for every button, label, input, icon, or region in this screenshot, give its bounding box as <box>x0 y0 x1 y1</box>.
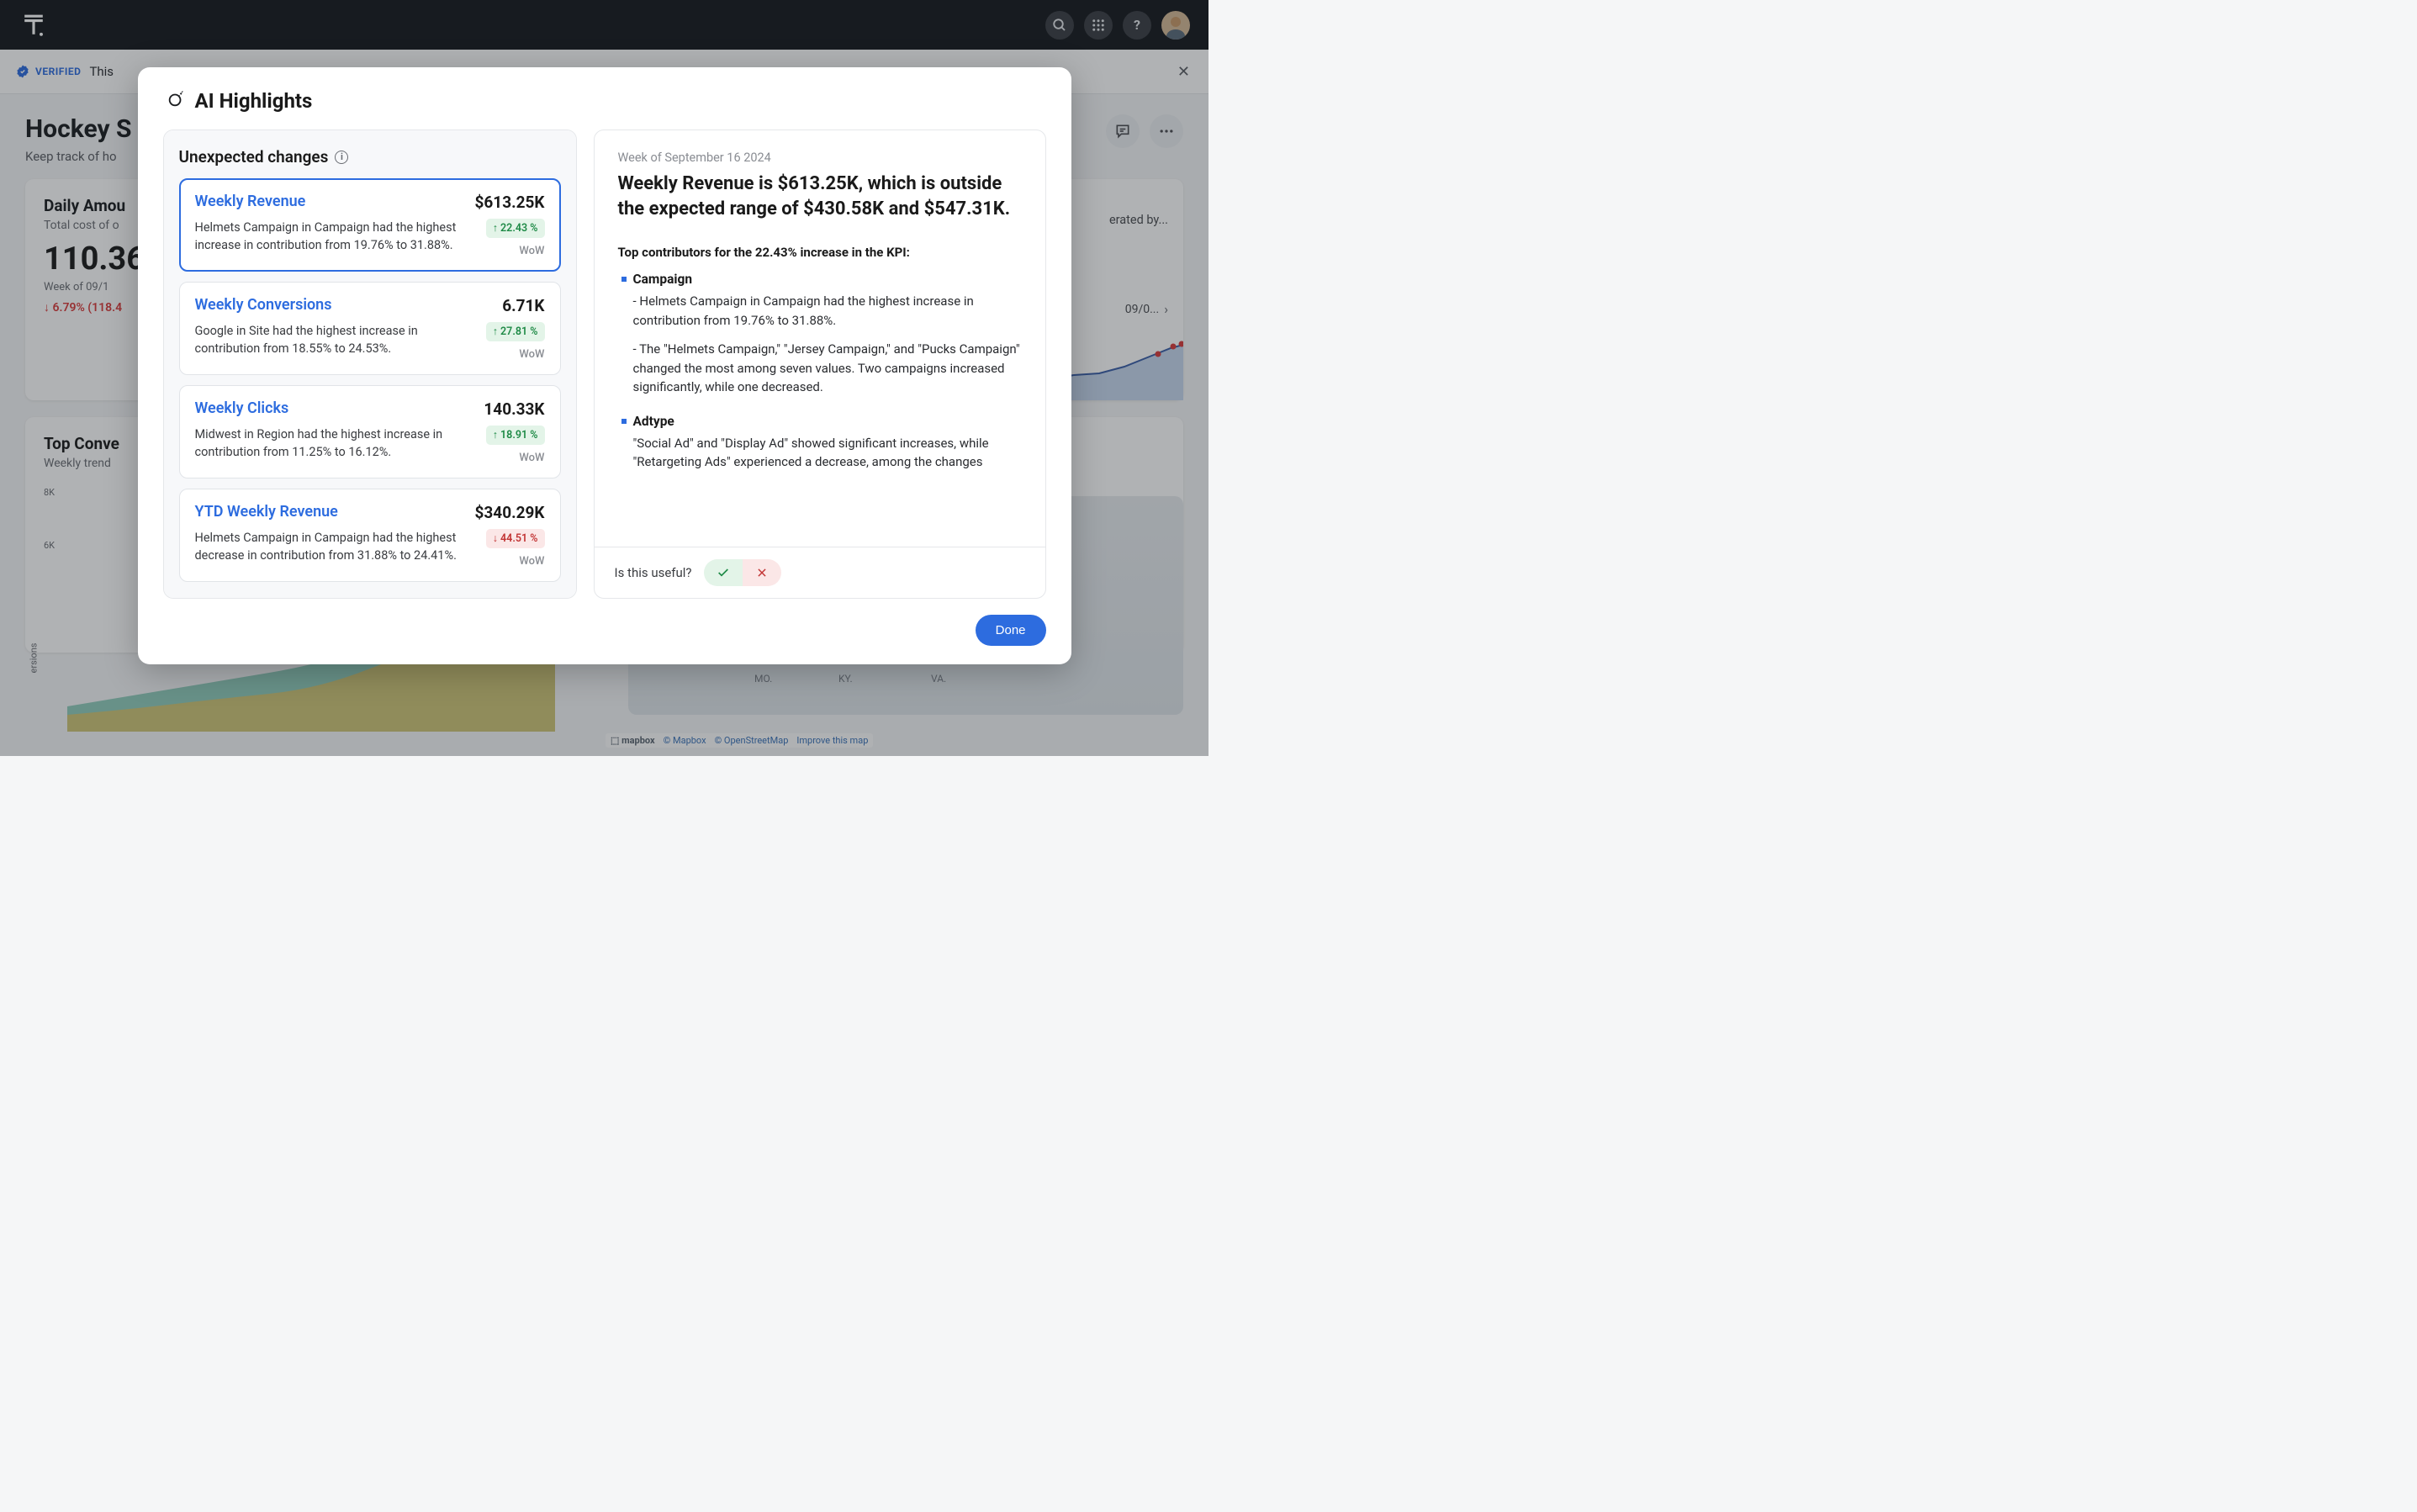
contributor-item: Campaign - Helmets Campaign in Campaign h… <box>618 272 1022 397</box>
change-description: Midwest in Region had the highest increa… <box>195 426 474 464</box>
change-period: WoW <box>519 555 544 568</box>
change-value: 140.33K <box>484 399 544 419</box>
change-delta-pill: ↑ 18.91 % <box>486 426 545 445</box>
change-period: WoW <box>519 452 544 464</box>
modal-overlay: AI Highlights Unexpected changes i Weekl… <box>0 0 1208 756</box>
ai-highlights-modal: AI Highlights Unexpected changes i Weekl… <box>138 67 1071 664</box>
change-description: Helmets Campaign in Campaign had the hig… <box>195 529 474 568</box>
change-value: 6.71K <box>502 296 544 315</box>
changes-panel[interactable]: Unexpected changes i Weekly Revenue $613.… <box>163 130 577 599</box>
change-card[interactable]: Weekly Clicks 140.33K Midwest in Region ha… <box>179 385 561 478</box>
detail-panel: Week of September 16 2024 Weekly Revenue… <box>594 130 1046 599</box>
detail-scroll[interactable]: Week of September 16 2024 Weekly Revenue… <box>595 130 1045 547</box>
sparkle-icon <box>167 90 185 112</box>
contributor-item: Adtype "Social Ad" and "Display Ad" showe… <box>618 414 1022 472</box>
contributor-name: Adtype <box>621 414 1022 429</box>
change-title: Weekly Revenue <box>195 193 306 210</box>
section-title: Unexpected changes i <box>179 147 561 167</box>
modal-footer: Done <box>138 599 1071 664</box>
contributor-text: - The "Helmets Campaign," "Jersey Campai… <box>633 340 1022 397</box>
change-delta-pill: ↑ 22.43 % <box>486 219 545 238</box>
change-card[interactable]: Weekly Conversions 6.71K Google in Site ha… <box>179 282 561 375</box>
change-title: YTD Weekly Revenue <box>195 503 338 521</box>
info-icon[interactable]: i <box>335 151 348 164</box>
thumbs-down-button[interactable] <box>743 559 781 586</box>
modal-header: AI Highlights <box>138 67 1071 121</box>
change-period: WoW <box>519 348 544 361</box>
contributor-name: Campaign <box>621 272 1022 287</box>
done-button[interactable]: Done <box>976 615 1046 646</box>
change-card[interactable]: Weekly Revenue $613.25KHelmets Campaign i… <box>179 178 561 272</box>
change-delta-pill: ↑ 27.81 % <box>486 322 545 341</box>
change-value: $613.25K <box>475 193 545 212</box>
contributors-label: Top contributors for the 22.43% increase… <box>618 245 1022 260</box>
change-value: $340.29K <box>475 503 545 522</box>
thumbs-up-button[interactable] <box>704 559 743 586</box>
change-delta-pill: ↓ 44.51 % <box>486 529 545 548</box>
modal-title: AI Highlights <box>195 89 313 113</box>
change-title: Weekly Conversions <box>195 296 332 314</box>
feedback-footer: Is this useful? <box>595 547 1045 598</box>
useful-question: Is this useful? <box>615 565 692 580</box>
change-card[interactable]: YTD Weekly Revenue $340.29KHelmets Campai… <box>179 489 561 582</box>
detail-date: Week of September 16 2024 <box>618 151 1022 165</box>
change-description: Helmets Campaign in Campaign had the hig… <box>195 219 474 257</box>
bullet-icon <box>621 277 627 282</box>
bullet-icon <box>621 419 627 424</box>
contributor-text: - Helmets Campaign in Campaign had the h… <box>633 292 1022 330</box>
vote-group <box>704 559 781 586</box>
change-period: WoW <box>519 245 544 257</box>
detail-headline: Weekly Revenue is $613.25K, which is out… <box>618 172 1022 221</box>
change-description: Google in Site had the highest increase … <box>195 322 474 361</box>
contributor-text: "Social Ad" and "Display Ad" showed sign… <box>633 434 1022 472</box>
change-title: Weekly Clicks <box>195 399 289 417</box>
